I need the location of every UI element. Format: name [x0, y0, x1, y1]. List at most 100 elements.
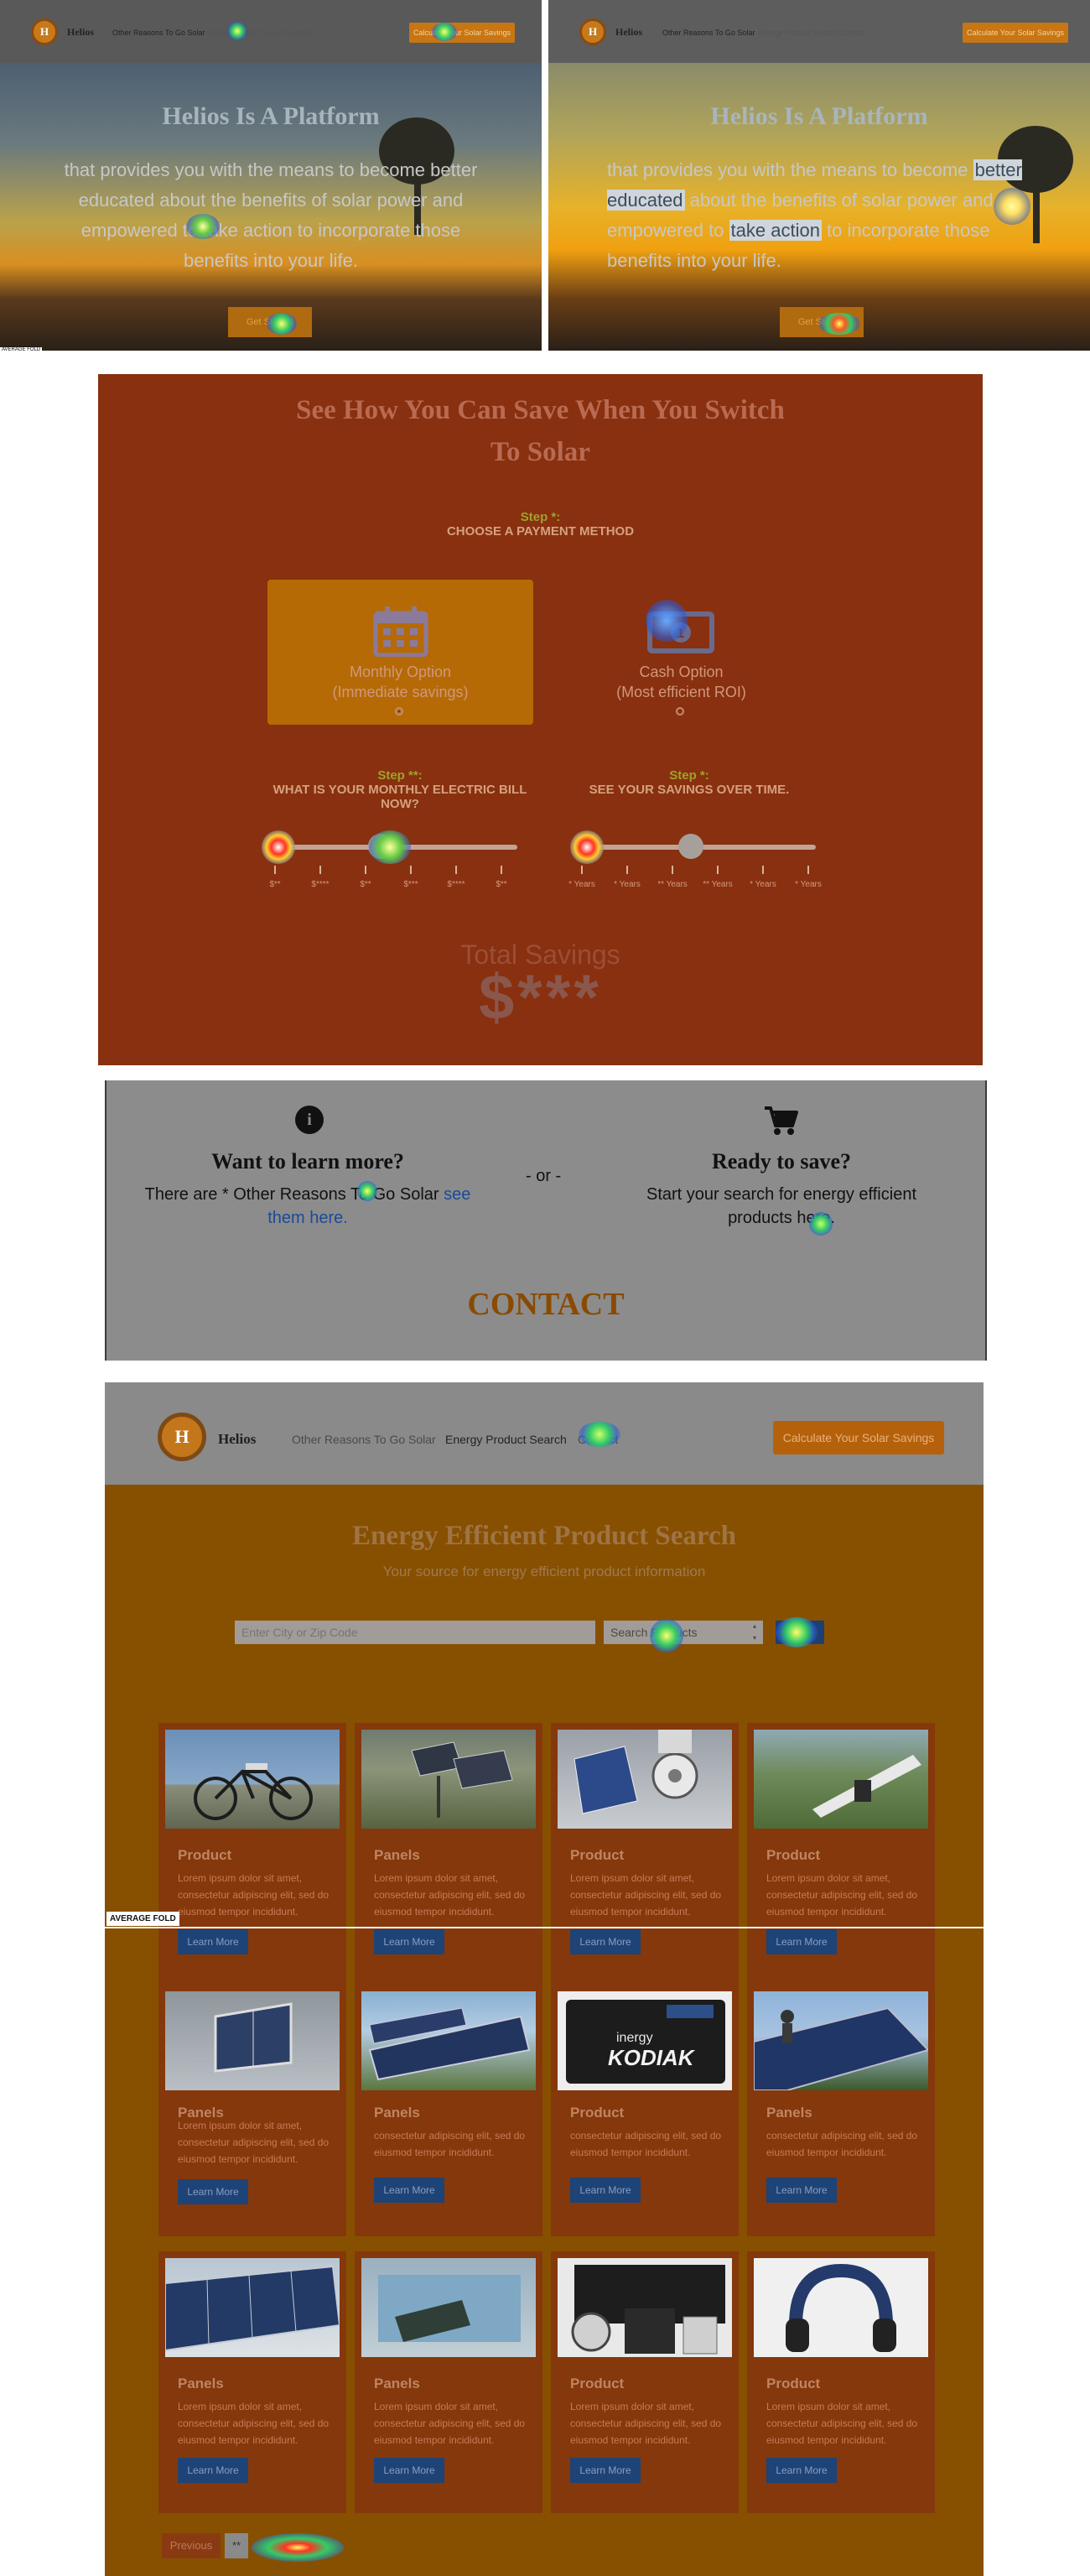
card-description: consectetur adipiscing elit, sed do eius… [766, 2130, 918, 2158]
product-search-page: H Helios Other Reasons To Go Solar Energ… [105, 1382, 984, 2576]
hero-text: that provides you with the means to beco… [64, 159, 478, 271]
product-card: Panels Lorem ipsum dolor sit amet, conse… [158, 2251, 346, 2513]
product-card: Panels Lorem ipsum dolor sit amet, conse… [355, 1723, 542, 1985]
step-payment: Step *: CHOOSE A PAYMENT METHOD [446, 510, 635, 539]
monthly-option-radio[interactable] [395, 707, 403, 716]
product-card: Panels Lorem ipsum dolor sit amet, conse… [158, 1985, 346, 2236]
array-panels-photo[interactable] [361, 1991, 536, 2090]
year-tick-label: * Years [568, 880, 595, 889]
nav-other-reasons[interactable]: Other Reasons To Go Solar [292, 1433, 436, 1446]
learn-more-button[interactable]: Learn More [570, 1929, 641, 1954]
monthly-bill-slider-handle[interactable] [368, 834, 393, 859]
kodiak-photo[interactable]: inergy KODIAK [558, 1991, 732, 2090]
get-started-button[interactable]: Get Started [780, 307, 864, 337]
ready-to-save-text[interactable]: Start your search for energy efficient p… [618, 1183, 945, 1230]
average-fold-label: AVERAGE FOLD [0, 347, 43, 352]
helios-logo-icon[interactable]: H [158, 1413, 206, 1461]
search-submit-button[interactable] [776, 1621, 824, 1644]
shopping-cart-icon [765, 1106, 798, 1135]
pager-page-current[interactable]: ** [225, 2533, 248, 2558]
svg-text:inergy: inergy [616, 2031, 653, 2045]
helios-logo-icon[interactable]: H [579, 18, 606, 45]
year-tick-label: * Years [750, 880, 776, 889]
hero-title: Helios Is A Platform [162, 102, 380, 130]
nav-contact[interactable]: Contact [578, 1433, 618, 1446]
nav-other-reasons[interactable]: Other Reasons To Go Solar [662, 29, 755, 37]
card-description: Lorem ipsum dolor sit amet, consectetur … [766, 2401, 918, 2446]
cash-option-radio[interactable] [676, 707, 684, 716]
card-description: consectetur adipiscing elit, sed do eius… [374, 2130, 526, 2158]
card-title: Product [570, 2105, 625, 2121]
nav-other-reasons[interactable]: Other Reasons To Go Solar [112, 29, 205, 37]
helios-logo-icon[interactable]: H [31, 18, 58, 45]
bill-tick-label: $** [496, 880, 507, 889]
solar-headphones-photo[interactable] [754, 2258, 928, 2357]
cash-option-label: Cash Option (Most efficient ROI) [616, 664, 746, 700]
nav-product-search[interactable]: Energy Product Search [759, 29, 837, 37]
pool-panel-photo[interactable] [361, 2258, 536, 2357]
window-panel-photo[interactable] [165, 1991, 340, 2090]
card-title: Panels [766, 2105, 812, 2121]
card-title: Product [766, 2376, 821, 2391]
get-started-button[interactable]: Get Started [228, 307, 312, 337]
monthly-option-card[interactable]: Monthly Option (Immediate savings) [267, 580, 533, 725]
bill-tick-label: $*** [403, 880, 418, 889]
card-description: Lorem ipsum dolor sit amet, consectetur … [178, 1872, 330, 1918]
card-description: Lorem ipsum dolor sit amet, consectetur … [374, 1872, 526, 1918]
savings-years-slider[interactable] [581, 834, 816, 859]
product-type-select[interactable]: Search Products [604, 1621, 763, 1644]
calculate-savings-button[interactable]: Calculate Your Solar Savings [409, 23, 515, 43]
zip-search-input[interactable] [235, 1621, 595, 1644]
year-tick-label: * Years [614, 880, 641, 889]
learn-more-button[interactable]: Learn More [374, 2178, 444, 2203]
learn-more-button[interactable]: Learn More [766, 2178, 837, 2203]
learn-more-button[interactable]: Learn More [570, 2178, 641, 2203]
product-card: Product Lorem ipsum dolor sit amet, cons… [747, 2251, 935, 2513]
card-title: Panels [374, 2376, 420, 2391]
product-card: Panels consectetur adipiscing elit, sed … [747, 1985, 935, 2236]
card-title: Panels [374, 2105, 420, 2121]
field-panels-photo[interactable] [361, 1730, 536, 1829]
brand-name[interactable]: Helios [67, 26, 94, 39]
contact-heading[interactable]: CONTACT [106, 1286, 985, 1323]
card-title: Product [570, 2376, 625, 2391]
savings-years-slider-handle[interactable] [678, 834, 703, 859]
calculate-savings-button[interactable]: Calculate Your Solar Savings [963, 23, 1068, 43]
cash-option-card[interactable]: 1 Cash Option (Most efficient ROI) [548, 580, 814, 725]
calculate-savings-button[interactable]: Calculate Your Solar Savings [773, 1421, 944, 1455]
monthly-bill-slider[interactable] [274, 834, 517, 859]
card-description: Lorem ipsum dolor sit amet, consectetur … [766, 1872, 918, 1918]
learn-more-button[interactable]: Learn More [374, 1929, 444, 1954]
fan-panel-photo[interactable] [558, 1730, 732, 1829]
total-savings-value: $*** [479, 962, 602, 1033]
brand-name[interactable]: Helios [615, 26, 642, 39]
nav-product-search[interactable]: Energy Product Search [208, 29, 286, 37]
learn-more-button[interactable]: Learn More [178, 2458, 248, 2483]
nav-product-search[interactable]: Energy Product Search [445, 1433, 567, 1446]
pager-previous-button[interactable]: Previous [162, 2533, 221, 2558]
nav-contact[interactable]: Contact [288, 29, 314, 37]
year-tick-label: ** Years [657, 880, 688, 889]
card-description: Lorem ipsum dolor sit amet, consectetur … [178, 2401, 330, 2446]
brand-name[interactable]: Helios [218, 1431, 256, 1448]
learn-more-button[interactable]: Learn More [374, 2458, 444, 2483]
solar-bench-photo[interactable] [754, 1730, 928, 1829]
search-header-bar: H Helios Other Reasons To Go Solar Energ… [105, 1382, 984, 1485]
savings-title: See How You Can Save When You Switch To … [296, 395, 785, 467]
product-card: Product Lorem ipsum dolor sit amet, cons… [551, 2251, 739, 2513]
average-fold-label: AVERAGE FOLD [106, 1912, 179, 1926]
product-card: Panels consectetur adipiscing elit, sed … [355, 1985, 542, 2236]
bicycle-photo[interactable] [165, 1730, 340, 1829]
hero-title: Helios Is A Platform [710, 102, 928, 130]
learn-more-button[interactable]: Learn More [178, 2179, 248, 2204]
roof-install-photo[interactable] [754, 1991, 928, 2090]
learn-more-button[interactable]: Learn More [570, 2458, 641, 2483]
nav-contact[interactable]: Contact [838, 29, 864, 37]
learn-more-button[interactable]: Learn More [766, 1929, 837, 1954]
panel-row-photo[interactable] [165, 2258, 340, 2357]
page-title: Energy Efficient Product Search [352, 1521, 736, 1551]
learn-more-button[interactable]: Learn More [178, 1929, 248, 1954]
power-kit-photo[interactable] [558, 2258, 732, 2357]
product-card: inergy KODIAK Product consectetur adipisc… [551, 1985, 739, 2236]
learn-more-button[interactable]: Learn More [766, 2458, 837, 2483]
